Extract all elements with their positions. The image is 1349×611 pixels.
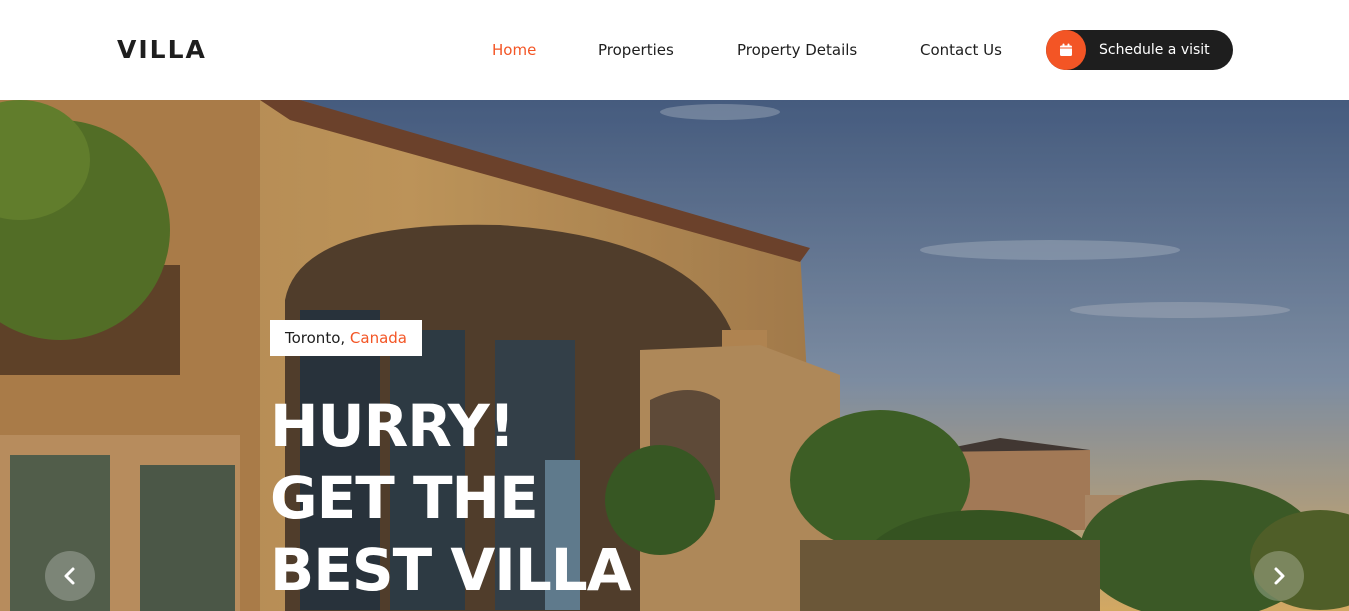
location-country: Canada [349, 329, 407, 347]
schedule-visit-button[interactable]: Schedule a visit [1046, 30, 1233, 70]
site-logo[interactable]: VILLA [117, 34, 207, 66]
chevron-right-icon [1274, 567, 1285, 585]
hero-banner: Toronto, Canada HURRY! GET THE BEST VILL… [0, 100, 1349, 611]
hero-overlay [0, 100, 1349, 611]
nav-contact-link[interactable]: Contact Us [920, 40, 1002, 60]
calendar-icon [1046, 30, 1086, 70]
slider-prev-button[interactable] [45, 551, 95, 601]
nav-home-link[interactable]: Home [492, 40, 536, 60]
hero-title-line-1: HURRY! [270, 392, 515, 460]
location-city: Toronto, [285, 329, 346, 347]
nav-property-details-link[interactable]: Property Details [737, 40, 857, 60]
hero-title-line-3: BEST VILLA [270, 536, 632, 604]
location-badge: Toronto, Canada [270, 320, 422, 356]
hero-title-line-2: GET THE [270, 464, 539, 532]
site-header: VILLA Home Properties Property Details C… [0, 0, 1349, 100]
slider-next-button[interactable] [1254, 551, 1304, 601]
chevron-left-icon [64, 567, 75, 585]
hero-title: HURRY! GET THE BEST VILLA [270, 390, 632, 606]
schedule-visit-label: Schedule a visit [1099, 42, 1210, 58]
nav-properties-link[interactable]: Properties [598, 40, 674, 60]
